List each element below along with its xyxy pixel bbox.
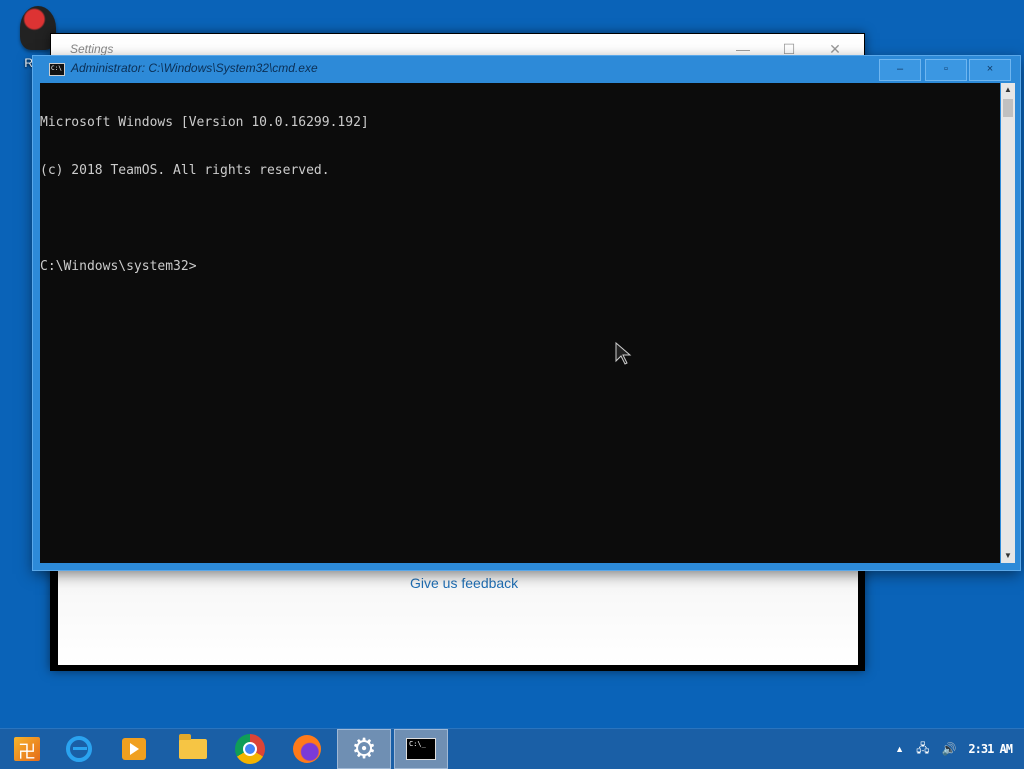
console-prompt: C:\Windows\system32>	[40, 259, 197, 274]
console-output[interactable]: Microsoft Windows [Version 10.0.16299.19…	[40, 83, 1000, 563]
gear-icon: ⚙	[351, 733, 377, 764]
taskbar-command-prompt[interactable]: C:\_	[394, 729, 448, 769]
scroll-down-icon[interactable]: ▼	[1001, 549, 1015, 563]
cmd-close-button[interactable]: ×	[969, 59, 1011, 81]
folder-icon	[179, 734, 207, 759]
clock[interactable]: 2:31 AM	[968, 742, 1013, 756]
network-icon[interactable]: 🖧	[916, 739, 929, 760]
scroll-up-icon[interactable]: ▲	[1001, 83, 1015, 97]
taskbar: ⚙ C:\_ ▲ 🖧 🔊 2:31 AM	[0, 728, 1024, 769]
taskbar-internet-explorer[interactable]	[52, 729, 106, 769]
volume-icon[interactable]: 🔊	[941, 742, 956, 756]
start-button[interactable]	[0, 729, 54, 769]
taskbar-firefox[interactable]	[280, 729, 334, 769]
system-tray: ▲ 🖧 🔊 2:31 AM	[895, 729, 1024, 769]
cmd-icon: C:\	[49, 63, 65, 76]
settings-title: Settings	[70, 42, 114, 56]
taskbar-media-player[interactable]	[107, 729, 161, 769]
cmd-minimize-button[interactable]: –	[879, 59, 921, 81]
cmd-titlebar[interactable]: C:\ Administrator: C:\Windows\System32\c…	[33, 56, 1020, 82]
media-player-icon	[122, 738, 146, 760]
cmd-maximize-button[interactable]: ▫	[925, 59, 967, 81]
console-scrollbar[interactable]: ▲ ▼	[1001, 83, 1015, 563]
console-line: (c) 2018 TeamOS. All rights reserved.	[40, 163, 330, 178]
taskbar-settings[interactable]: ⚙	[337, 729, 391, 769]
cmd-title: Administrator: C:\Windows\System32\cmd.e…	[71, 61, 318, 75]
mouse-cursor-icon	[615, 341, 632, 365]
tray-chevron-icon[interactable]: ▲	[895, 744, 904, 754]
start-icon	[14, 737, 40, 764]
cmd-icon: C:\_	[406, 738, 436, 760]
taskbar-chrome[interactable]	[223, 729, 277, 769]
scroll-thumb[interactable]	[1003, 99, 1013, 117]
cmd-window: C:\ Administrator: C:\Windows\System32\c…	[33, 56, 1020, 570]
taskbar-file-explorer[interactable]	[166, 729, 220, 769]
chrome-icon	[235, 734, 265, 764]
console-line: Microsoft Windows [Version 10.0.16299.19…	[40, 115, 369, 130]
firefox-icon	[293, 735, 321, 763]
give-feedback-link[interactable]: Give us feedback	[410, 575, 518, 591]
internet-explorer-icon	[66, 736, 92, 762]
